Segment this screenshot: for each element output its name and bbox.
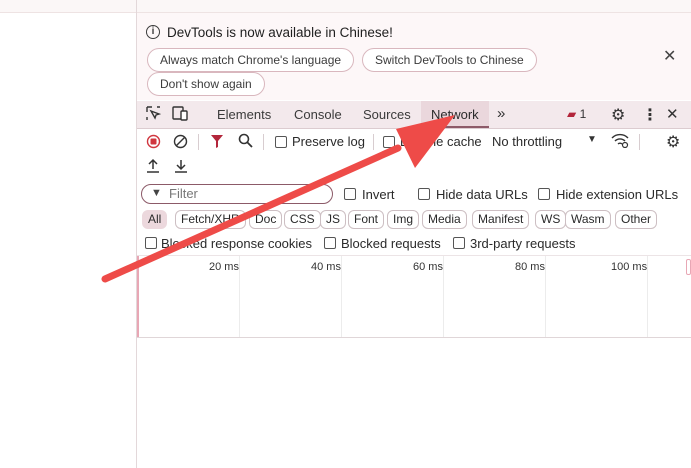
import-har-icon[interactable] bbox=[146, 158, 160, 176]
timeline-gridline bbox=[239, 256, 240, 337]
type-filter-manifest[interactable]: Manifest bbox=[472, 210, 530, 229]
export-har-icon[interactable] bbox=[174, 158, 188, 176]
type-filter-font[interactable]: Font bbox=[348, 210, 385, 229]
type-filter-img[interactable]: Img bbox=[387, 210, 420, 229]
filter-funnel-small-icon: ▼ bbox=[151, 187, 162, 199]
browser-top-strip bbox=[0, 0, 691, 13]
invert-label: Invert bbox=[362, 187, 395, 202]
dropdown-triangle-icon[interactable]: ▼ bbox=[587, 134, 597, 145]
infobar-close-icon[interactable]: ✕ bbox=[663, 46, 676, 66]
language-infobar: i DevTools is now available in Chinese! … bbox=[137, 13, 691, 100]
toolbar-divider bbox=[198, 134, 199, 150]
close-icon[interactable]: ✕ bbox=[666, 105, 679, 123]
gear-icon[interactable]: ⚙ bbox=[611, 105, 625, 125]
timeline-gridline bbox=[341, 256, 342, 337]
timeline-gridline bbox=[647, 256, 648, 337]
preserve-log-checkbox[interactable] bbox=[275, 136, 287, 148]
match-language-button[interactable]: Always match Chrome's language bbox=[147, 48, 355, 72]
cursor-select-icon[interactable] bbox=[146, 106, 162, 124]
timeline-tick-label: 100 ms bbox=[611, 261, 648, 273]
tab-console[interactable]: Console bbox=[294, 101, 342, 128]
page-content-area bbox=[0, 13, 136, 468]
type-filter-js[interactable]: JS bbox=[320, 210, 347, 229]
hide-data-urls-checkbox[interactable] bbox=[418, 188, 430, 200]
filter-input[interactable]: ▼ Filter bbox=[141, 184, 333, 204]
toolbar-divider bbox=[639, 134, 640, 150]
import-export-row bbox=[137, 157, 691, 177]
type-filter-fetch-xhr[interactable]: Fetch/XHR bbox=[175, 210, 246, 229]
devtools-tabbar: Elements Console Sources Network » ▰ 1 ⚙… bbox=[137, 101, 691, 129]
issues-badge[interactable]: ▰ 1 bbox=[567, 107, 586, 121]
timeline-tick-label: 80 ms bbox=[515, 261, 545, 273]
info-icon: i bbox=[146, 25, 160, 39]
toolbar-divider bbox=[373, 134, 374, 150]
hide-data-urls-label: Hide data URLs bbox=[436, 187, 528, 202]
invert-checkbox[interactable] bbox=[344, 188, 356, 200]
timeline-tick-label: 20 ms bbox=[209, 261, 239, 273]
network-toolbar: Preserve log Disable cache No throttling… bbox=[137, 131, 691, 153]
third-party-label: 3rd-party requests bbox=[470, 236, 576, 251]
type-filter-media[interactable]: Media bbox=[422, 210, 467, 229]
network-timeline-overview[interactable]: 20 ms 40 ms 60 ms 80 ms 100 ms bbox=[137, 255, 691, 338]
filter-placeholder: Filter bbox=[169, 186, 198, 201]
blocked-requests-checkbox[interactable] bbox=[324, 237, 336, 249]
disable-cache-label: Disable cache bbox=[400, 134, 482, 149]
dont-show-again-button[interactable]: Don't show again bbox=[147, 72, 265, 96]
chevron-double-right-icon[interactable]: » bbox=[497, 105, 505, 122]
timeline-gridline bbox=[545, 256, 546, 337]
tab-elements[interactable]: Elements bbox=[217, 101, 271, 128]
toolbar-divider bbox=[263, 134, 264, 150]
throttling-select[interactable]: No throttling bbox=[492, 134, 562, 149]
search-icon[interactable] bbox=[238, 133, 253, 151]
type-filter-all[interactable]: All bbox=[142, 210, 168, 229]
network-conditions-icon[interactable] bbox=[611, 133, 629, 151]
blocked-cookies-checkbox[interactable] bbox=[145, 237, 157, 249]
timeline-gridline bbox=[443, 256, 444, 337]
timeline-window-left-handle[interactable] bbox=[137, 256, 139, 337]
tab-sources[interactable]: Sources bbox=[363, 101, 411, 128]
timeline-tick-label: 40 ms bbox=[311, 261, 341, 273]
type-filter-ws[interactable]: WS bbox=[535, 210, 567, 229]
kebab-menu-icon[interactable]: ⋮ bbox=[642, 105, 658, 125]
record-icon[interactable] bbox=[146, 134, 161, 152]
timeline-window-right-handle[interactable] bbox=[686, 259, 691, 275]
type-filter-doc[interactable]: Doc bbox=[249, 210, 283, 229]
infobar-message: DevTools is now available in Chinese! bbox=[167, 25, 393, 40]
blocked-requests-label: Blocked requests bbox=[341, 236, 441, 251]
preserve-log-label: Preserve log bbox=[292, 134, 365, 149]
devtools-panel: i DevTools is now available in Chinese! … bbox=[137, 13, 691, 468]
message-icon: ▰ bbox=[567, 107, 577, 121]
tab-network[interactable]: Network bbox=[421, 101, 489, 128]
type-filter-other[interactable]: Other bbox=[615, 210, 658, 229]
type-filter-wasm[interactable]: Wasm bbox=[565, 210, 611, 229]
disable-cache-checkbox[interactable] bbox=[383, 136, 395, 148]
clear-icon[interactable] bbox=[173, 134, 188, 152]
blocked-cookies-label: Blocked response cookies bbox=[161, 236, 313, 251]
type-filter-css[interactable]: CSS bbox=[284, 210, 321, 229]
hide-extension-urls-label: Hide extension URLs bbox=[556, 187, 679, 202]
timeline-tick-label: 60 ms bbox=[413, 261, 443, 273]
issues-count: 1 bbox=[579, 107, 587, 121]
device-toolbar-icon[interactable] bbox=[172, 106, 189, 124]
switch-to-chinese-button[interactable]: Switch DevTools to Chinese bbox=[362, 48, 537, 72]
third-party-checkbox[interactable] bbox=[453, 237, 465, 249]
filter-funnel-icon[interactable] bbox=[210, 134, 224, 152]
hide-extension-urls-checkbox[interactable] bbox=[538, 188, 550, 200]
network-settings-gear-icon[interactable]: ⚙ bbox=[666, 132, 680, 152]
